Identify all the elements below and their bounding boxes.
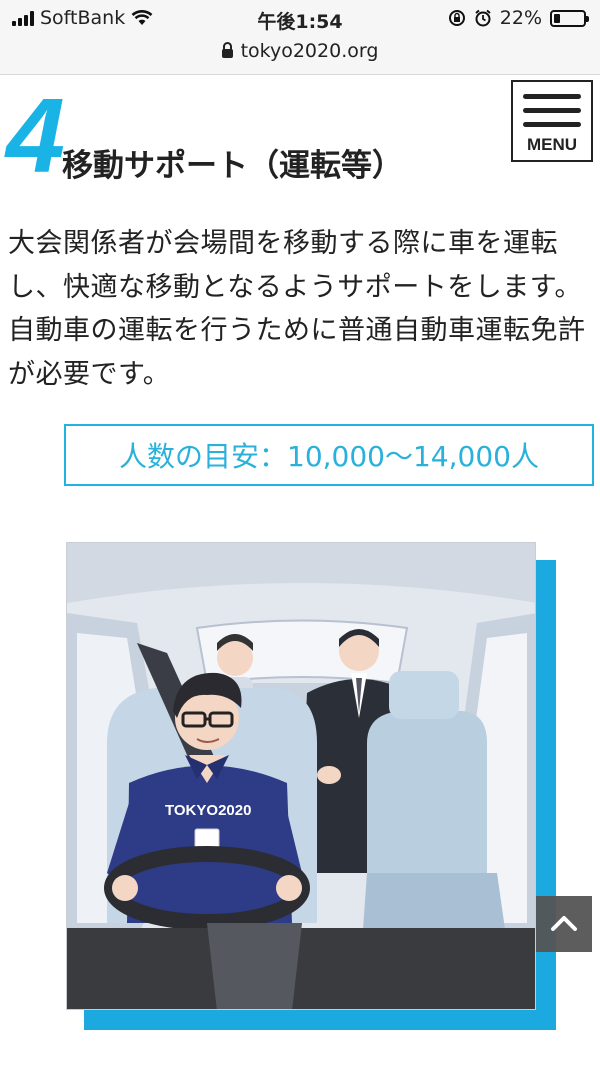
section-description: 大会関係者が会場間を移動する際に車を運転し、快適な移動となるようサポートをします… <box>8 228 586 390</box>
volunteer-count-label: 人数の目安：10,000〜14,000人 <box>119 440 539 473</box>
car-interior-illustration: TOKYO2020 <box>67 543 535 1009</box>
menu-button[interactable]: MENU <box>511 80 593 162</box>
chevron-up-icon <box>551 916 577 931</box>
section-number: 4 <box>6 77 65 195</box>
alarm-icon <box>475 9 491 27</box>
shirt-text: TOKYO2020 <box>165 802 251 819</box>
address-bar[interactable]: tokyo2020.org <box>0 40 600 62</box>
scroll-to-top-button[interactable] <box>536 896 592 952</box>
battery-icon <box>550 9 589 27</box>
status-icons: 22% <box>448 7 589 29</box>
url-text: tokyo2020.org <box>240 40 379 62</box>
hamburger-icon-bar <box>523 108 581 113</box>
rotation-lock-icon <box>448 10 465 26</box>
volunteer-count-box: 人数の目安：10,000〜14,000人 <box>64 424 594 486</box>
driver-illustration: TOKYO2020 <box>66 542 536 1010</box>
menu-label: MENU <box>526 135 578 154</box>
hamburger-icon-bar <box>523 122 581 127</box>
section-title: 移動サポート（運転等） <box>62 148 403 184</box>
lock-icon <box>221 42 233 58</box>
battery-percent: 22% <box>499 7 542 29</box>
hamburger-icon <box>523 94 581 99</box>
status-bar: SoftBank 午後1:54 22% tokyo2020.org <box>0 0 600 75</box>
